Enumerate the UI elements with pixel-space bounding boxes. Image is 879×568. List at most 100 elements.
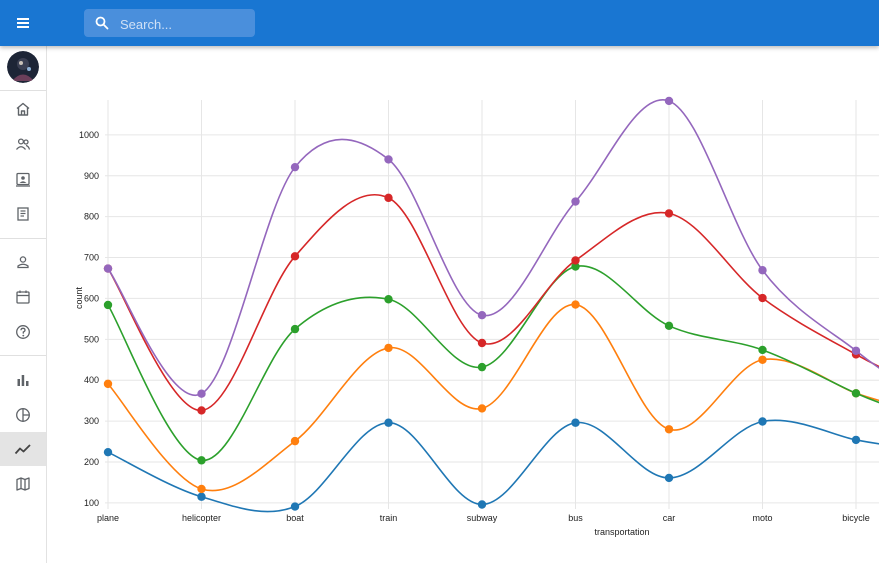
line-chart-icon xyxy=(14,444,31,455)
data-point xyxy=(851,435,861,445)
sidebar-item-home[interactable] xyxy=(0,92,46,126)
book-icon xyxy=(17,207,29,221)
sidebar-item-groups[interactable] xyxy=(0,127,46,161)
data-point xyxy=(384,155,393,164)
y-tick-label: 200 xyxy=(84,457,99,467)
data-point xyxy=(758,345,767,355)
sidebar-item-map[interactable] xyxy=(0,467,46,501)
data-point xyxy=(290,252,300,261)
series-line xyxy=(107,193,879,412)
data-point xyxy=(290,502,300,511)
data-point xyxy=(664,321,674,331)
y-tick-label: 800 xyxy=(84,212,99,222)
data-point xyxy=(197,406,206,415)
data-point xyxy=(197,389,206,398)
data-point xyxy=(571,418,580,427)
sidebar-divider xyxy=(0,355,46,356)
data-point xyxy=(664,425,674,434)
map-icon xyxy=(16,477,30,491)
data-point xyxy=(384,343,393,353)
y-tick-label: 100 xyxy=(84,498,99,508)
data-point xyxy=(477,404,487,413)
line-chart: 100 200 300 400 500 600 700 800 900 1000 plane heli… xyxy=(74,96,879,537)
data-point xyxy=(384,193,393,203)
data-point xyxy=(197,492,206,501)
data-point xyxy=(477,362,487,372)
series-line xyxy=(107,303,879,492)
data-point xyxy=(758,417,767,426)
x-tick-label: bicycle xyxy=(842,513,870,523)
data-point xyxy=(103,264,113,273)
sidebar-item-pie-chart[interactable] xyxy=(0,398,46,432)
data-point xyxy=(290,436,300,446)
y-tick-label: 700 xyxy=(84,253,99,263)
x-tick-label: subway xyxy=(467,513,498,523)
y-tick-label: 600 xyxy=(84,293,99,303)
sidebar-item-bar-chart[interactable] xyxy=(0,363,46,397)
x-tick-label: moto xyxy=(752,513,772,523)
sidebar-divider xyxy=(0,238,46,239)
data-point xyxy=(477,310,487,320)
y-tick-label: 1000 xyxy=(79,130,99,140)
y-axis-label: count xyxy=(74,286,84,309)
sidebar-item-profile[interactable] xyxy=(0,245,46,279)
sidebar-item-contacts[interactable] xyxy=(0,162,46,196)
sidebar xyxy=(0,46,47,563)
data-point xyxy=(197,456,206,465)
data-point xyxy=(477,500,487,509)
y-tick-label: 500 xyxy=(84,334,99,344)
data-point xyxy=(571,300,580,309)
data-point xyxy=(477,338,487,348)
avatar[interactable] xyxy=(7,51,39,83)
data-point xyxy=(851,346,861,355)
data-point xyxy=(851,389,861,398)
data-point xyxy=(197,484,206,494)
pie-chart-icon xyxy=(16,408,30,422)
group-icon xyxy=(15,138,31,150)
bar-chart-icon xyxy=(17,375,29,386)
data-point xyxy=(664,96,674,106)
contact-card-icon xyxy=(16,172,30,187)
search-icon xyxy=(95,16,109,30)
x-tick-label: bus xyxy=(568,513,583,523)
data-point xyxy=(664,209,674,218)
search-input[interactable] xyxy=(118,13,252,35)
series-line xyxy=(107,419,879,513)
data-point xyxy=(571,197,580,206)
x-tick-label: helicopter xyxy=(182,513,221,523)
x-tick-label: plane xyxy=(97,513,119,523)
data-point xyxy=(103,379,113,389)
data-point xyxy=(384,418,393,427)
menu-button[interactable] xyxy=(10,11,36,35)
y-tick-label: 400 xyxy=(84,375,99,385)
y-tick-label: 300 xyxy=(84,416,99,426)
x-tick-label: boat xyxy=(286,513,304,523)
data-point xyxy=(664,473,674,483)
sidebar-item-docs[interactable] xyxy=(0,197,46,231)
x-tick-label: car xyxy=(663,513,676,523)
app-header xyxy=(0,0,879,46)
chart-container: 100 200 300 400 500 600 700 800 900 1000 plane heli… xyxy=(47,46,879,563)
search-box xyxy=(84,9,255,37)
sidebar-divider xyxy=(0,90,46,91)
data-point xyxy=(758,355,767,364)
data-point xyxy=(571,256,580,265)
sidebar-item-help[interactable] xyxy=(0,315,46,349)
menu-icon xyxy=(17,18,29,28)
data-point xyxy=(290,162,300,172)
help-icon xyxy=(16,325,30,339)
data-point xyxy=(758,266,767,275)
data-point xyxy=(384,295,393,304)
data-point xyxy=(103,300,113,310)
data-point xyxy=(758,293,767,303)
y-tick-label: 900 xyxy=(84,171,99,181)
calendar-icon xyxy=(16,290,30,304)
data-point xyxy=(290,324,300,334)
x-axis-label: transportation xyxy=(594,527,649,537)
home-icon xyxy=(16,102,30,116)
data-point xyxy=(103,447,113,457)
sidebar-item-calendar[interactable] xyxy=(0,280,46,314)
person-icon xyxy=(17,256,29,269)
x-tick-label: train xyxy=(380,513,398,523)
sidebar-item-line-chart[interactable] xyxy=(0,432,46,466)
